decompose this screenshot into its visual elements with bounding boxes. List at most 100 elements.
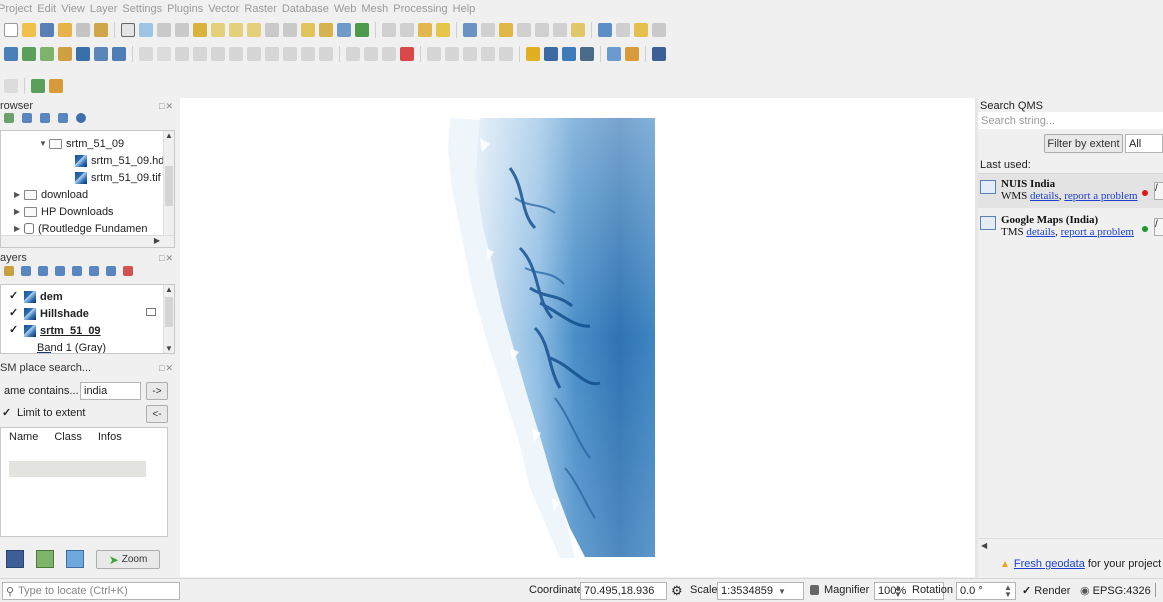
magnifier-spinner-icon[interactable]: ▲ ▼ bbox=[894, 584, 902, 599]
scroll-down-arrow-icon[interactable]: ▼ bbox=[164, 344, 174, 353]
statistics-icon[interactable] bbox=[499, 23, 513, 37]
new-spatialite-layer-icon[interactable] bbox=[58, 47, 72, 61]
manage-map-themes-icon[interactable] bbox=[38, 266, 48, 276]
scroll-right-arrow-icon[interactable]: ▶ bbox=[154, 236, 160, 245]
layer-indicator-icon[interactable] bbox=[146, 308, 156, 316]
limit-to-extent-checkbox[interactable]: ✓ Limit to extent bbox=[2, 407, 85, 419]
layer-checkbox-checked[interactable]: ✓ bbox=[9, 325, 20, 336]
pan-icon[interactable] bbox=[121, 23, 135, 37]
menu-view[interactable]: View bbox=[61, 3, 90, 15]
osm-back-button[interactable]: <- bbox=[146, 405, 168, 423]
new-geopackage-layer-icon[interactable] bbox=[22, 47, 36, 61]
open-project-icon[interactable] bbox=[22, 23, 36, 37]
cut-features-icon[interactable] bbox=[247, 47, 261, 61]
osm-plugin-icon[interactable] bbox=[607, 47, 621, 61]
menu-plugins[interactable]: Plugins bbox=[167, 3, 208, 15]
filter-legend-icon[interactable] bbox=[55, 266, 65, 276]
browser-item-download[interactable]: ▶ download bbox=[14, 186, 88, 203]
show-labels-icon[interactable] bbox=[382, 47, 396, 61]
label-tool-icon[interactable] bbox=[346, 47, 360, 61]
column-name[interactable]: Name bbox=[9, 431, 38, 443]
add-group-icon[interactable] bbox=[21, 266, 31, 276]
digitize-icon[interactable] bbox=[193, 47, 207, 61]
zoom-to-extent-icon[interactable] bbox=[66, 550, 84, 568]
crs-button[interactable]: ◉ EPSG:4326 bbox=[1080, 584, 1151, 597]
save-project-icon[interactable] bbox=[40, 23, 54, 37]
zoom-next-icon[interactable] bbox=[283, 23, 297, 37]
remove-layer-icon[interactable] bbox=[123, 266, 133, 276]
expanded-arrow-icon[interactable]: ▼ bbox=[39, 139, 49, 148]
qms-icon[interactable] bbox=[562, 47, 576, 61]
map-canvas[interactable] bbox=[180, 98, 975, 577]
show-bookmarks-icon[interactable] bbox=[319, 23, 333, 37]
deselect-icon[interactable] bbox=[436, 23, 450, 37]
pin-labels-icon[interactable] bbox=[364, 47, 378, 61]
panel-float-close-icon[interactable]: □✕ bbox=[159, 363, 174, 374]
browser-item-srtm-tif[interactable]: srtm_51_09.tif bbox=[75, 169, 161, 186]
toggle-extents-icon[interactable]: ⚙ bbox=[671, 583, 683, 599]
menu-settings[interactable]: Settings bbox=[122, 3, 167, 15]
annotation-icon[interactable] bbox=[553, 23, 567, 37]
pan-to-selection-icon[interactable] bbox=[139, 23, 153, 37]
report-problem-link[interactable]: report a problem bbox=[1061, 226, 1134, 238]
plugin-icon[interactable] bbox=[634, 23, 648, 37]
zoom-full-icon[interactable] bbox=[193, 23, 207, 37]
coordinate-field[interactable]: 70.495,18.936 bbox=[580, 582, 667, 600]
refresh-icon[interactable] bbox=[355, 23, 369, 37]
search-tool-icon[interactable] bbox=[652, 23, 666, 37]
column-class[interactable]: Class bbox=[54, 431, 82, 443]
select-by-value-icon[interactable] bbox=[418, 23, 432, 37]
qms-search-icon[interactable] bbox=[544, 47, 558, 61]
plugin-tool-icon[interactable] bbox=[625, 47, 639, 61]
add-wms-layer-icon[interactable] bbox=[112, 47, 126, 61]
rotation-spinner-icon[interactable]: ▲ ▼ bbox=[1004, 584, 1012, 599]
browser-vscrollbar[interactable]: ▲ bbox=[163, 131, 174, 235]
messages-icon[interactable] bbox=[1155, 583, 1163, 597]
menu-web[interactable]: Web bbox=[334, 3, 361, 15]
collapsed-arrow-icon[interactable]: ▶ bbox=[14, 224, 24, 233]
layer-checkbox-checked[interactable]: ✓ bbox=[9, 291, 20, 302]
vertex-tool-icon[interactable] bbox=[211, 47, 225, 61]
layer-item-hillshade[interactable]: ✓ Hillshade bbox=[9, 305, 89, 322]
style-panel-icon[interactable] bbox=[4, 266, 14, 276]
toggle-editing-icon[interactable] bbox=[157, 47, 171, 61]
checkbox-checked-icon[interactable]: ✓ bbox=[2, 407, 13, 419]
zoom-layer-icon[interactable] bbox=[229, 23, 243, 37]
python-console-icon[interactable] bbox=[580, 47, 594, 61]
delete-selected-icon[interactable] bbox=[229, 47, 243, 61]
map-tips-icon[interactable] bbox=[571, 23, 585, 37]
select-features-icon[interactable] bbox=[400, 23, 414, 37]
report-problem-link[interactable]: report a problem bbox=[1064, 190, 1137, 202]
label-properties-icon[interactable] bbox=[481, 47, 495, 61]
move-label-icon[interactable] bbox=[427, 47, 441, 61]
data-source-manager-icon[interactable] bbox=[4, 47, 18, 61]
scroll-thumb[interactable] bbox=[165, 166, 173, 206]
menu-raster[interactable]: Raster bbox=[244, 3, 281, 15]
paste-features-icon[interactable] bbox=[283, 47, 297, 61]
menu-database[interactable]: Database bbox=[282, 3, 334, 15]
lock-icon[interactable] bbox=[810, 585, 819, 595]
collapse-all-icon[interactable] bbox=[58, 113, 68, 123]
add-service-button[interactable]: / bbox=[1154, 218, 1163, 236]
zoom-last-icon[interactable] bbox=[265, 23, 279, 37]
osm-results-row[interactable] bbox=[9, 461, 146, 477]
menu-mesh[interactable]: Mesh bbox=[361, 3, 393, 15]
layout-manager-icon[interactable] bbox=[76, 23, 90, 37]
qms-service-google-maps[interactable]: Google Maps (India) TMS details, report … bbox=[978, 210, 1163, 244]
change-label-icon[interactable] bbox=[463, 47, 477, 61]
menu-layer[interactable]: Layer bbox=[90, 3, 123, 15]
properties-icon[interactable] bbox=[76, 113, 86, 123]
qms-search-input[interactable]: Search string... bbox=[978, 112, 1163, 129]
new-shapefile-layer-icon[interactable] bbox=[40, 47, 54, 61]
zoom-selection-icon[interactable] bbox=[211, 23, 225, 37]
menu-vector[interactable]: Vector bbox=[208, 3, 244, 15]
processing-toolbox-icon[interactable] bbox=[517, 23, 531, 37]
scroll-thumb[interactable] bbox=[165, 297, 173, 327]
qms-service-nuis-india[interactable]: NUIS India WMS details, report a problem… bbox=[978, 174, 1163, 208]
layers-vscrollbar[interactable]: ▲ ▼ bbox=[163, 285, 174, 353]
osm-search-button[interactable]: -> bbox=[146, 382, 168, 400]
field-calculator-icon[interactable] bbox=[481, 23, 495, 37]
osm-search-input[interactable]: india bbox=[80, 382, 141, 400]
help-contents-icon[interactable] bbox=[652, 47, 666, 61]
menu-project[interactable]: Project bbox=[0, 3, 37, 15]
